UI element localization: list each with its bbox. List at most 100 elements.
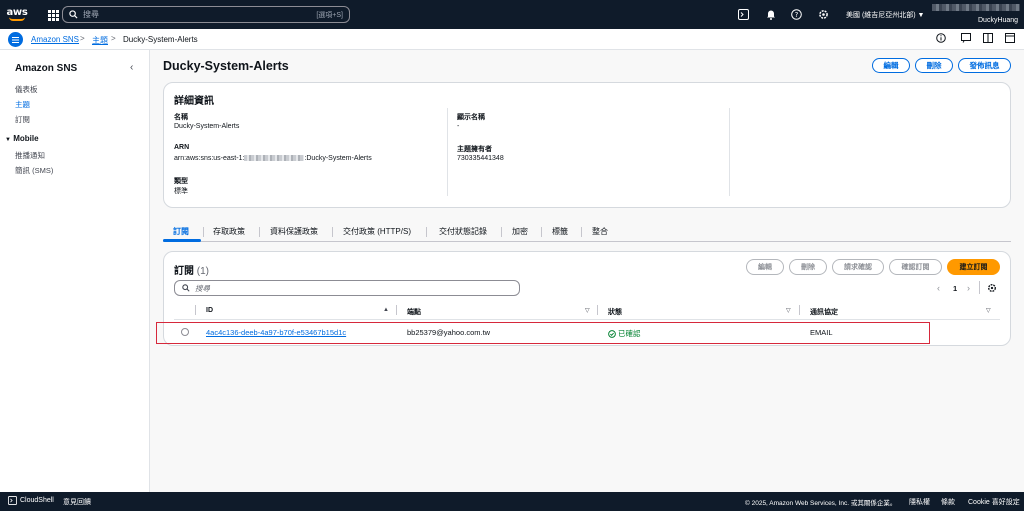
create-subscription-button[interactable]: 建立訂閱 (947, 259, 1000, 275)
panel-icon[interactable] (1005, 33, 1017, 45)
arn-suffix: :Ducky-System-Alerts (304, 155, 372, 162)
prev-page-icon[interactable]: ‹ (937, 283, 940, 293)
subscription-status: 已確認 (608, 328, 641, 339)
top-navigation: aws 搜尋 [選項+S] ? 美國 (維吉尼亞州北部) ▼ DuckyHuan… (0, 0, 1024, 29)
subscription-protocol: EMAIL (810, 328, 833, 337)
search-placeholder: 搜尋 (195, 283, 210, 293)
details-heading: 詳細資訊 (174, 96, 214, 107)
info-icon[interactable] (936, 33, 948, 45)
sidenav-item-topics[interactable]: 主題 (15, 99, 30, 110)
search-placeholder: 搜尋 (83, 10, 99, 19)
sidenav-section-mobile[interactable]: ▼ Mobile (5, 134, 39, 143)
side-navigation: Amazon SNS ‹ 儀表板 主題 訂閱 ▼ Mobile 推播通知 簡訊 … (0, 50, 150, 492)
aws-logo[interactable]: aws (0, 0, 34, 29)
services-grid-icon[interactable] (42, 4, 64, 26)
type-value: 標準 (174, 188, 188, 195)
tab-data-protection-policy[interactable]: 資料保護政策 (270, 226, 318, 237)
name-label: 名稱 (174, 114, 188, 121)
sidenav-item-subscriptions[interactable]: 訂閱 (15, 114, 30, 125)
global-search-input[interactable]: 搜尋 [選項+S] (62, 6, 350, 23)
export-icon[interactable] (983, 33, 995, 45)
confirm-subscription-button[interactable]: 確認訂閱 (889, 259, 942, 275)
redacted-account-id (244, 155, 305, 162)
sort-icon[interactable]: ▽ (786, 307, 791, 314)
column-header-id[interactable]: ID (206, 307, 213, 314)
request-confirmation-button[interactable]: 請求確認 (832, 259, 884, 275)
subscription-id-link[interactable]: 4ac4c136-deeb-4a97-b70f-e53467b15d1c (206, 328, 346, 337)
delete-subscription-button[interactable]: 刪除 (789, 259, 827, 275)
sort-icon[interactable]: ▽ (585, 307, 590, 314)
footer-terms[interactable]: 條款 (941, 497, 955, 507)
account-menu[interactable]: DuckyHuang (930, 2, 1024, 28)
search-icon (69, 10, 78, 19)
breadcrumb-topics[interactable]: 主題 (92, 35, 108, 46)
region-selector[interactable]: 美國 (維吉尼亞州北部) ▼ (846, 10, 924, 20)
breadcrumb-separator: > (111, 34, 116, 43)
footer-cloudshell[interactable]: CloudShell (20, 497, 54, 504)
breadcrumb-current: Ducky-System-Alerts (123, 35, 198, 44)
sidenav-item-sms[interactable]: 簡訊 (SMS) (15, 165, 53, 176)
collapse-sidenav-icon[interactable]: ‹ (130, 62, 133, 73)
sidenav-section-label: Mobile (13, 134, 39, 143)
edit-topic-button[interactable]: 編輯 (872, 58, 910, 73)
sidenav-title: Amazon SNS (15, 63, 78, 74)
column-header-endpoint[interactable]: 端點 (407, 307, 421, 317)
column-divider (195, 305, 196, 315)
delete-topic-button[interactable]: 刪除 (915, 58, 953, 73)
cloudshell-icon[interactable] (8, 496, 17, 507)
table-settings-gear-icon[interactable] (987, 283, 997, 295)
page-number[interactable]: 1 (953, 284, 957, 293)
tab-encryption[interactable]: 加密 (512, 226, 528, 237)
footer-feedback[interactable]: 意見回饋 (63, 497, 91, 507)
tab-tags[interactable]: 標籤 (552, 226, 568, 237)
hamburger-menu-icon[interactable] (8, 32, 23, 47)
subscriptions-title: 訂閱 (174, 266, 194, 277)
column-divider (396, 305, 397, 315)
cloudshell-icon[interactable] (737, 8, 750, 21)
column-divider (447, 108, 448, 196)
arn-prefix: arn:aws:sns:us-east-1: (174, 155, 245, 162)
breadcrumb-amazon-sns[interactable]: Amazon SNS (31, 35, 79, 44)
subscriptions-search-input[interactable]: 搜尋 (174, 280, 520, 296)
type-label: 類型 (174, 178, 188, 185)
svg-text:?: ? (795, 11, 799, 19)
topic-owner-value: 730335441348 (457, 155, 504, 162)
page-title: Ducky-System-Alerts (163, 59, 289, 73)
tab-subscriptions[interactable]: 訂閱 (173, 226, 189, 237)
sort-icon[interactable]: ▽ (986, 307, 991, 314)
tab-delivery-policy[interactable]: 交付政策 (HTTP/S) (343, 226, 411, 237)
feedback-icon[interactable] (961, 33, 973, 45)
column-header-protocol[interactable]: 通訊協定 (810, 307, 838, 317)
subscription-endpoint: bb25379@yahoo.com.tw (407, 328, 491, 337)
tab-bar: 訂閱 存取政策 資料保護政策 交付政策 (HTTP/S) 交付狀態記錄 加密 標… (163, 220, 1011, 242)
details-panel (163, 82, 1011, 208)
help-icon[interactable]: ? (790, 8, 803, 21)
next-page-icon[interactable]: › (967, 283, 970, 293)
status-text: 已確認 (618, 329, 641, 338)
row-select-radio[interactable] (181, 328, 189, 336)
search-icon (182, 284, 190, 292)
arn-value: arn:aws:sns:us-east-1: :Ducky-System-Aler… (174, 155, 372, 162)
caret-down-icon: ▼ (5, 137, 11, 143)
display-name-value: - (457, 123, 460, 130)
footer: CloudShell 意見回饋 © 2025, Amazon Web Servi… (0, 492, 1024, 511)
sidenav-item-push[interactable]: 推播通知 (15, 150, 45, 161)
column-header-status[interactable]: 狀態 (608, 307, 622, 317)
breadcrumb-bar: Amazon SNS > 主題 > Ducky-System-Alerts (0, 29, 1024, 50)
tab-integrations[interactable]: 整合 (592, 226, 608, 237)
tab-access-policy[interactable]: 存取政策 (213, 226, 245, 237)
column-divider (799, 305, 800, 315)
redacted-account-id (932, 4, 1020, 11)
footer-privacy[interactable]: 隱私權 (909, 497, 930, 507)
name-value: Ducky-System-Alerts (174, 123, 240, 130)
publish-message-button[interactable]: 發佈訊息 (958, 58, 1011, 73)
subscriptions-heading: 訂閱 (1) (174, 262, 209, 277)
edit-subscription-button[interactable]: 編輯 (746, 259, 784, 275)
topic-owner-label: 主題擁有者 (457, 146, 492, 153)
footer-cookie-preferences[interactable]: Cookie 喜好設定 (968, 497, 1020, 507)
sort-ascending-icon[interactable]: ▲ (383, 307, 389, 313)
sidenav-item-dashboard[interactable]: 儀表板 (15, 84, 38, 95)
notifications-bell-icon[interactable] (764, 8, 777, 21)
tab-delivery-status-logging[interactable]: 交付狀態記錄 (439, 226, 487, 237)
settings-gear-icon[interactable] (817, 8, 830, 21)
